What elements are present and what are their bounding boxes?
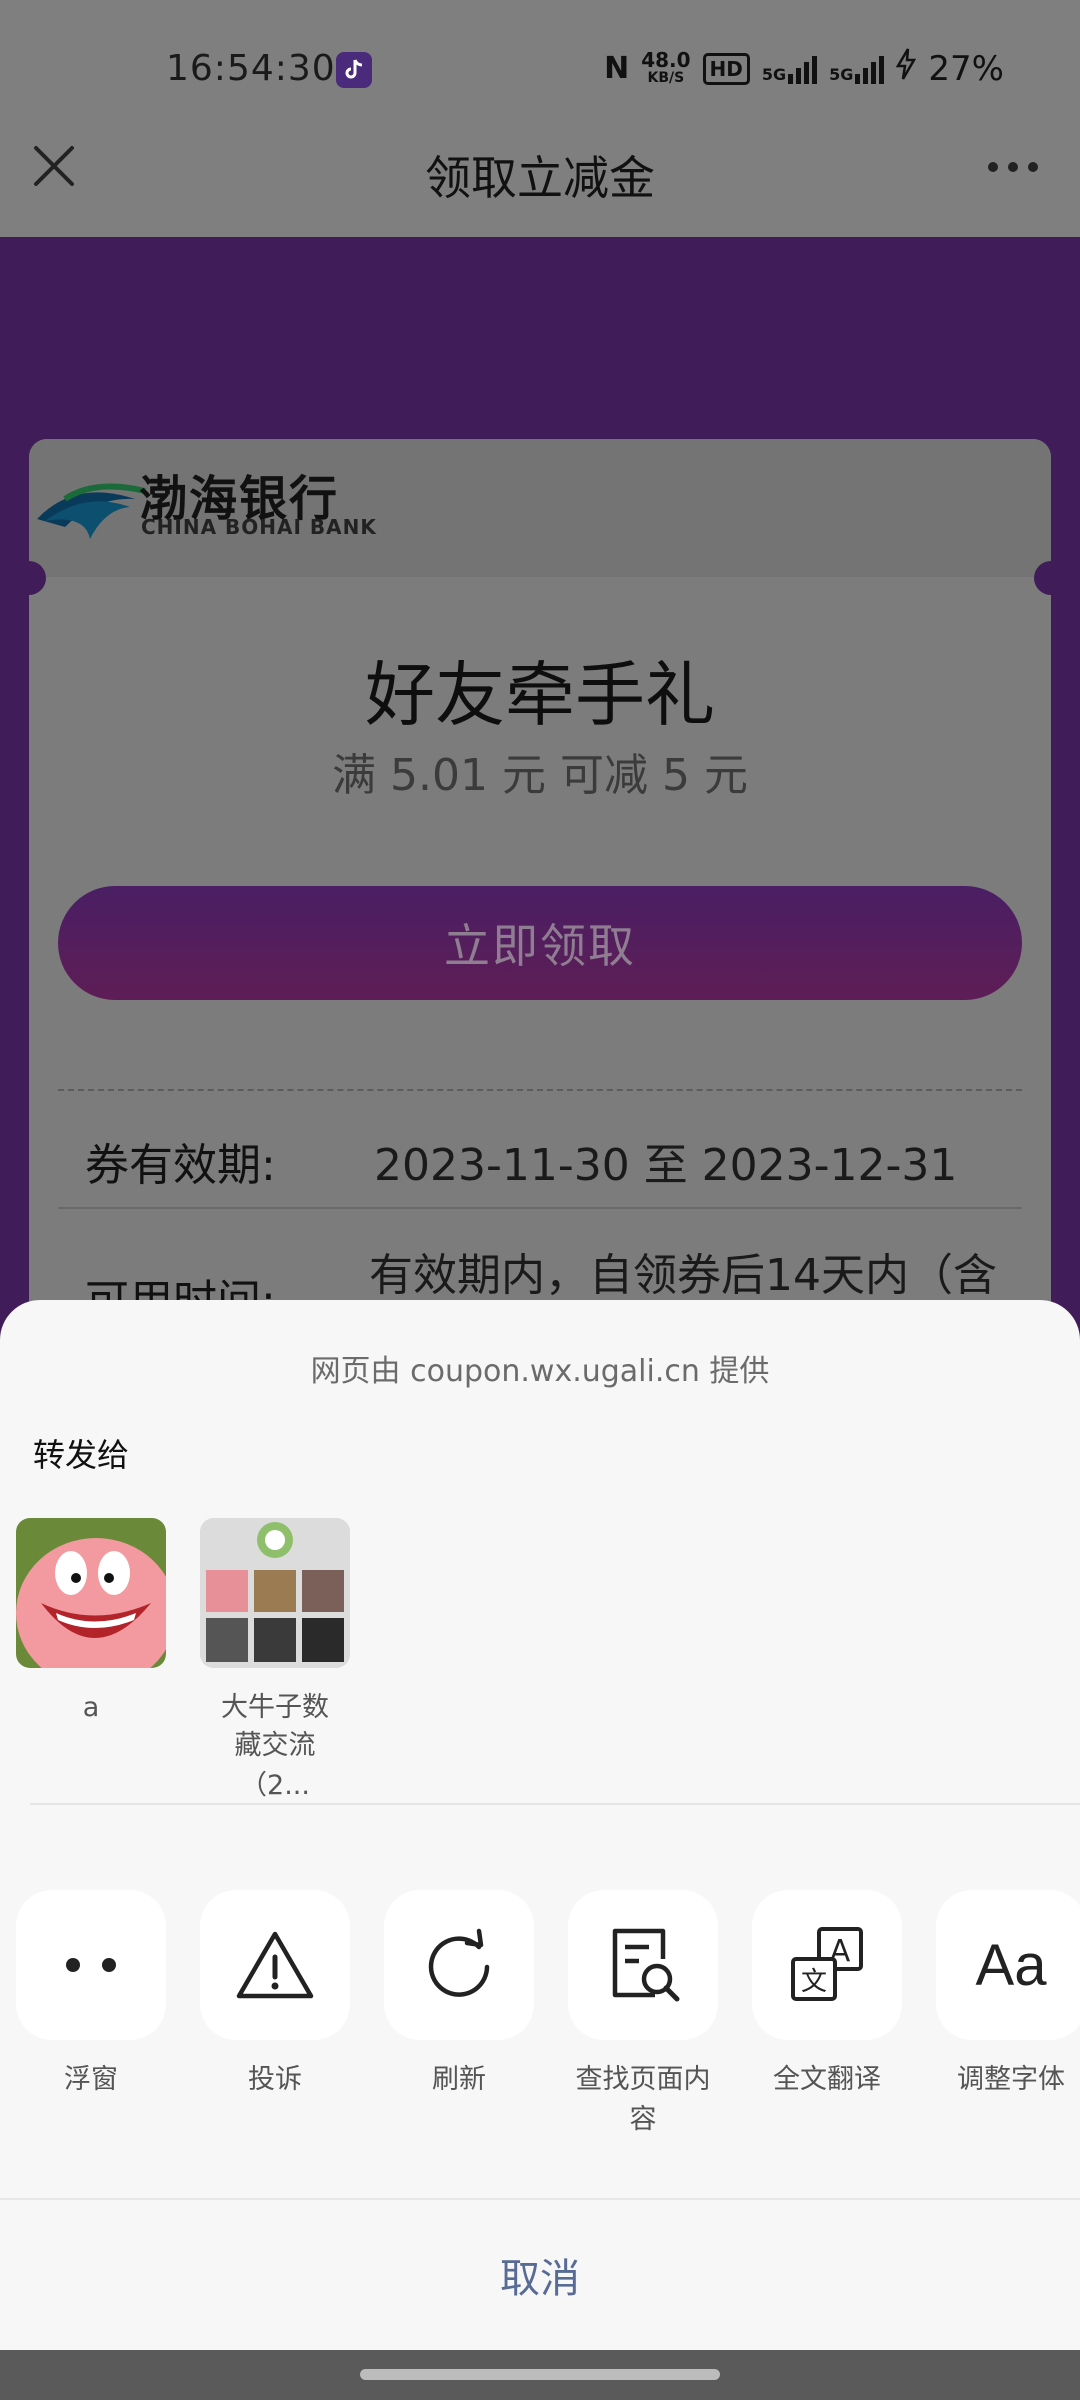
- bohai-bank-logo-icon: [37, 483, 146, 539]
- usage-time-value: 有效期内，自领券后14天内（含: [369, 1250, 997, 1301]
- action-translate[interactable]: A 文 全文翻译: [752, 1890, 902, 2100]
- nfc-icon: N: [604, 51, 630, 86]
- contact-item[interactable]: 大牛子数 藏交流（2...: [200, 1518, 350, 1806]
- forward-to-label: 转发给: [33, 1436, 130, 1474]
- action-refresh[interactable]: 刷新: [384, 1890, 534, 2100]
- action-float-window[interactable]: 浮窗: [16, 1890, 166, 2100]
- signal-5g-icon: 5G: [762, 54, 818, 84]
- group-avatar: [200, 1518, 350, 1668]
- action-find-in-page[interactable]: 查找页面内 容: [568, 1890, 718, 2140]
- group-avatar-icon: [200, 1518, 350, 1668]
- contact-name: a: [82, 1692, 100, 1723]
- action-complain[interactable]: 投诉: [200, 1890, 350, 2100]
- share-sheet: 网页由 coupon.wx.ugali.cn 提供 转发给 a 大牛子数 藏交流…: [0, 1300, 1080, 2350]
- tiktok-app-icon: [336, 52, 372, 88]
- font-size-icon: Aa: [975, 1932, 1047, 1998]
- warning-icon: [236, 1931, 314, 1999]
- contact-name: 大牛子数 藏交流（2...: [221, 1692, 329, 1801]
- coupon-condition: 满 5.01 元 可减 5 元: [332, 750, 748, 801]
- page-title: 领取立减金: [425, 151, 655, 205]
- cancel-button[interactable]: 取消: [0, 2200, 1080, 2350]
- svg-text:文: 文: [801, 1967, 827, 1997]
- translate-icon: A 文: [791, 1927, 863, 2001]
- section-divider: [30, 1803, 1080, 1805]
- claim-now-button[interactable]: 立即领取: [58, 886, 1022, 1000]
- more-options-button[interactable]: [988, 162, 1038, 172]
- charging-icon: [896, 48, 917, 89]
- coupon-title: 好友牵手礼: [365, 654, 715, 736]
- refresh-icon: [428, 1928, 490, 1997]
- patrick-avatar-icon: [16, 1518, 166, 1668]
- bank-name-en: CHINA BOHAI BANK: [141, 515, 377, 539]
- signal-5g-icon-2: 5G: [829, 54, 885, 84]
- float-window-icon: [66, 1958, 116, 1972]
- home-indicator[interactable]: [360, 2369, 720, 2380]
- provider-text: 网页由 coupon.wx.ugali.cn 提供: [310, 1354, 770, 1389]
- network-speed: 48.0 KB/S: [641, 47, 691, 86]
- battery-percent: 27%: [928, 48, 1004, 89]
- action-font-size[interactable]: Aa 调整字体: [936, 1890, 1080, 2100]
- status-time: 16:54:30: [166, 48, 336, 89]
- avatar: [16, 1518, 166, 1668]
- row-divider: [58, 1207, 1022, 1209]
- dashed-divider: [58, 1089, 1022, 1091]
- find-in-page-icon: [612, 1928, 680, 2002]
- validity-value: 2023-11-30 至 2023-12-31: [374, 1140, 958, 1191]
- hd-badge: HD: [702, 52, 750, 85]
- system-nav-bar: [0, 2350, 1080, 2400]
- top-navbar: 领取立减金: [0, 100, 1080, 237]
- validity-label: 券有效期:: [85, 1140, 276, 1191]
- status-icons: N 48.0 KB/S HD 5G 5G 27%: [604, 48, 1004, 89]
- contact-item[interactable]: a: [16, 1518, 166, 1728]
- bank-header: 渤海银行 CHINA BOHAI BANK: [29, 439, 1051, 577]
- more-dots-icon: [988, 162, 998, 172]
